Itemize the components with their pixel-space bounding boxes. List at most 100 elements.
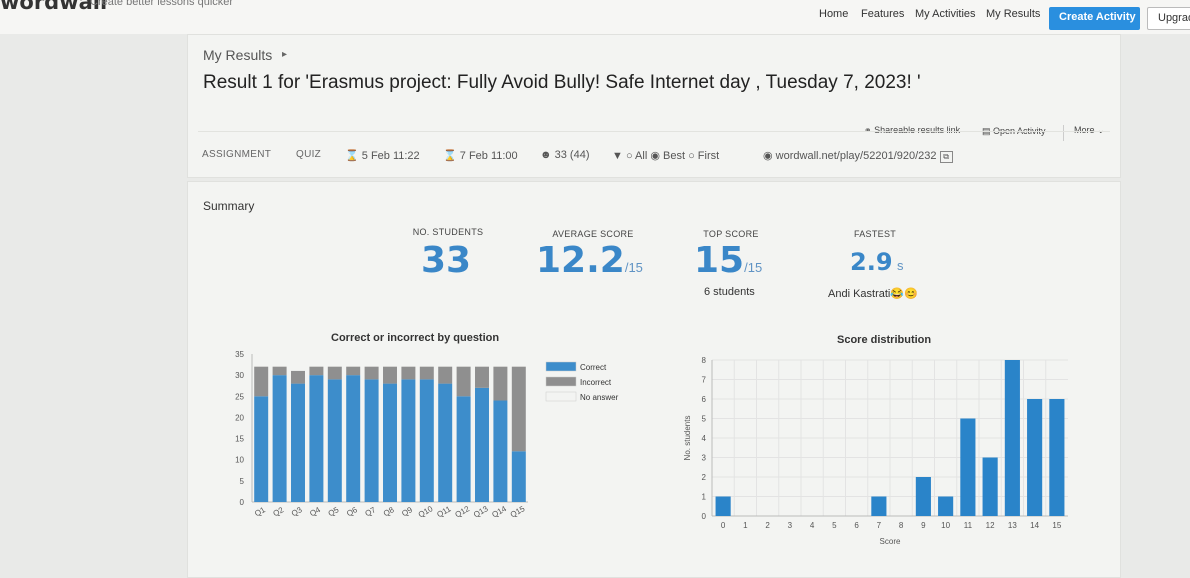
avg-score-label: AVERAGE SCORE xyxy=(552,229,634,239)
score-distribution-chart: 0123456780 1 2 3 4 5 6 7 8 9 10 11 12 13 14 15ScoreNo. … xyxy=(683,356,1068,546)
start-time-value: 5 Feb 11:22 xyxy=(361,150,420,162)
x-tick-label: 0 xyxy=(721,521,726,530)
filter-first-label: First xyxy=(697,150,720,162)
bar-incorrect xyxy=(272,366,287,376)
hourglass-end-icon: ⌛ xyxy=(443,150,457,162)
x-tick-label: 14 xyxy=(1030,521,1039,530)
copy-icon[interactable]: ⧉ xyxy=(939,151,953,163)
legend-swatch xyxy=(545,361,577,372)
filter-all-radio[interactable]: ○ All xyxy=(626,150,647,162)
result-header-card: My Results ▸ Result 1 for 'Erasmus proje… xyxy=(187,34,1121,178)
y-tick-label: 7 xyxy=(702,376,707,385)
x-tick-label: Q11 xyxy=(435,504,453,519)
start-time: ⌛ 5 Feb 11:22 xyxy=(345,149,420,162)
bar-score-13 xyxy=(1004,360,1020,516)
play-icon: ◉ xyxy=(763,150,773,162)
bar-correct xyxy=(419,379,434,502)
y-tick-label: 0 xyxy=(702,512,707,521)
bar-incorrect xyxy=(309,366,324,376)
y-tick-label: 1 xyxy=(702,493,707,502)
fastest-value: 2.9 xyxy=(850,248,893,276)
x-tick-label: Q6 xyxy=(345,505,359,518)
top-score-label: TOP SCORE xyxy=(703,229,759,239)
chart-questions-title: Correct or incorrect by question xyxy=(331,332,500,344)
legend-label: No answer xyxy=(580,393,619,402)
avg-score-value: 12.2 xyxy=(536,240,625,281)
nav-my-activities[interactable]: My Activities xyxy=(915,8,976,20)
filter-icon: ▼ xyxy=(612,150,623,162)
x-tick-label: Q9 xyxy=(400,505,414,518)
bar-incorrect xyxy=(346,366,361,376)
nav-my-results[interactable]: My Results xyxy=(986,8,1040,20)
hourglass-start-icon: ⌛ xyxy=(345,150,359,162)
x-tick-label: Q10 xyxy=(417,504,435,520)
header-divider xyxy=(198,131,1110,132)
avg-score: 12.2/15 xyxy=(536,240,643,281)
x-tick-label: 4 xyxy=(810,521,815,530)
x-tick-label: Q12 xyxy=(454,504,472,520)
nav-home[interactable]: Home xyxy=(819,8,848,20)
filter-first-radio[interactable]: ○ First xyxy=(688,150,719,162)
x-tick-label: 6 xyxy=(854,521,859,530)
x-tick-label: 8 xyxy=(899,521,904,530)
y-tick-label: 15 xyxy=(235,435,244,444)
nav-features[interactable]: Features xyxy=(861,8,904,20)
top-score-value: 15 xyxy=(694,240,745,281)
legend-label: Correct xyxy=(580,363,607,372)
more-label: More xyxy=(1074,125,1095,135)
create-activity-button[interactable]: Create Activity xyxy=(1049,7,1140,30)
y-tick-label: 30 xyxy=(235,371,244,380)
bar-correct xyxy=(272,375,287,502)
y-tick-label: 35 xyxy=(235,350,244,359)
bar-incorrect xyxy=(419,366,434,380)
legend-label: Incorrect xyxy=(580,378,612,387)
end-time: ⌛ 7 Feb 11:00 xyxy=(443,149,518,162)
end-time-value: 7 Feb 11:00 xyxy=(459,150,518,162)
bar-incorrect xyxy=(493,366,508,401)
x-tick-label: 1 xyxy=(743,521,748,530)
bar-correct xyxy=(383,383,397,502)
x-tick-label: Q2 xyxy=(271,505,285,518)
bar-incorrect xyxy=(511,366,526,452)
shareable-link-label: Shareable results link xyxy=(874,125,961,135)
bar-incorrect xyxy=(438,366,453,384)
bar-correct xyxy=(493,400,508,502)
y-tick-label: 5 xyxy=(240,477,245,486)
tagline: Create better lessons quicker xyxy=(90,0,234,8)
bar-score-0 xyxy=(715,496,731,516)
y-tick-label: 5 xyxy=(702,415,707,424)
y-tick-label: 20 xyxy=(235,413,244,422)
quiz-label: QUIZ xyxy=(296,149,322,160)
breadcrumb-my-results[interactable]: My Results xyxy=(203,47,272,63)
y-tick-label: 10 xyxy=(235,456,244,465)
upgrade-button[interactable]: Upgrade xyxy=(1147,7,1190,30)
x-tick-label: 12 xyxy=(986,521,995,530)
page-title: Result 1 for 'Erasmus project: Fully Avo… xyxy=(203,72,921,93)
y-tick-label: 3 xyxy=(702,454,707,463)
bar-correct xyxy=(346,375,361,502)
activity-link[interactable]: ◉ wordwall.net/play/52201/920/232 ⧉ xyxy=(763,149,953,163)
y-tick-label: 2 xyxy=(702,473,707,482)
participants-count: ☻ 33 (44) xyxy=(540,149,590,161)
more-menu[interactable]: More ⌄ xyxy=(1063,125,1105,141)
bar-correct xyxy=(511,451,526,502)
participants-value: 33 (44) xyxy=(554,149,590,161)
activity-link-url: wordwall.net/play/52201/920/232 xyxy=(775,150,937,162)
bar-incorrect xyxy=(456,366,471,397)
y-axis-title: No. students xyxy=(683,416,692,461)
x-tick-label: Q14 xyxy=(490,504,508,520)
bar-score-11 xyxy=(960,418,976,516)
legend-swatch xyxy=(545,391,577,402)
x-tick-label: Q7 xyxy=(363,505,377,518)
x-tick-label: 7 xyxy=(877,521,882,530)
x-tick-label: Q3 xyxy=(290,505,304,518)
bar-score-7 xyxy=(871,496,887,516)
y-tick-label: 25 xyxy=(235,392,244,401)
filter-best-radio[interactable]: ◉ Best xyxy=(650,150,685,162)
x-tick-label: Q5 xyxy=(327,505,341,518)
top-score-max: /15 xyxy=(744,260,763,275)
x-tick-label: 3 xyxy=(788,521,793,530)
assignment-label: ASSIGNMENT xyxy=(202,149,272,160)
bar-correct xyxy=(456,396,471,502)
x-tick-label: 15 xyxy=(1052,521,1061,530)
